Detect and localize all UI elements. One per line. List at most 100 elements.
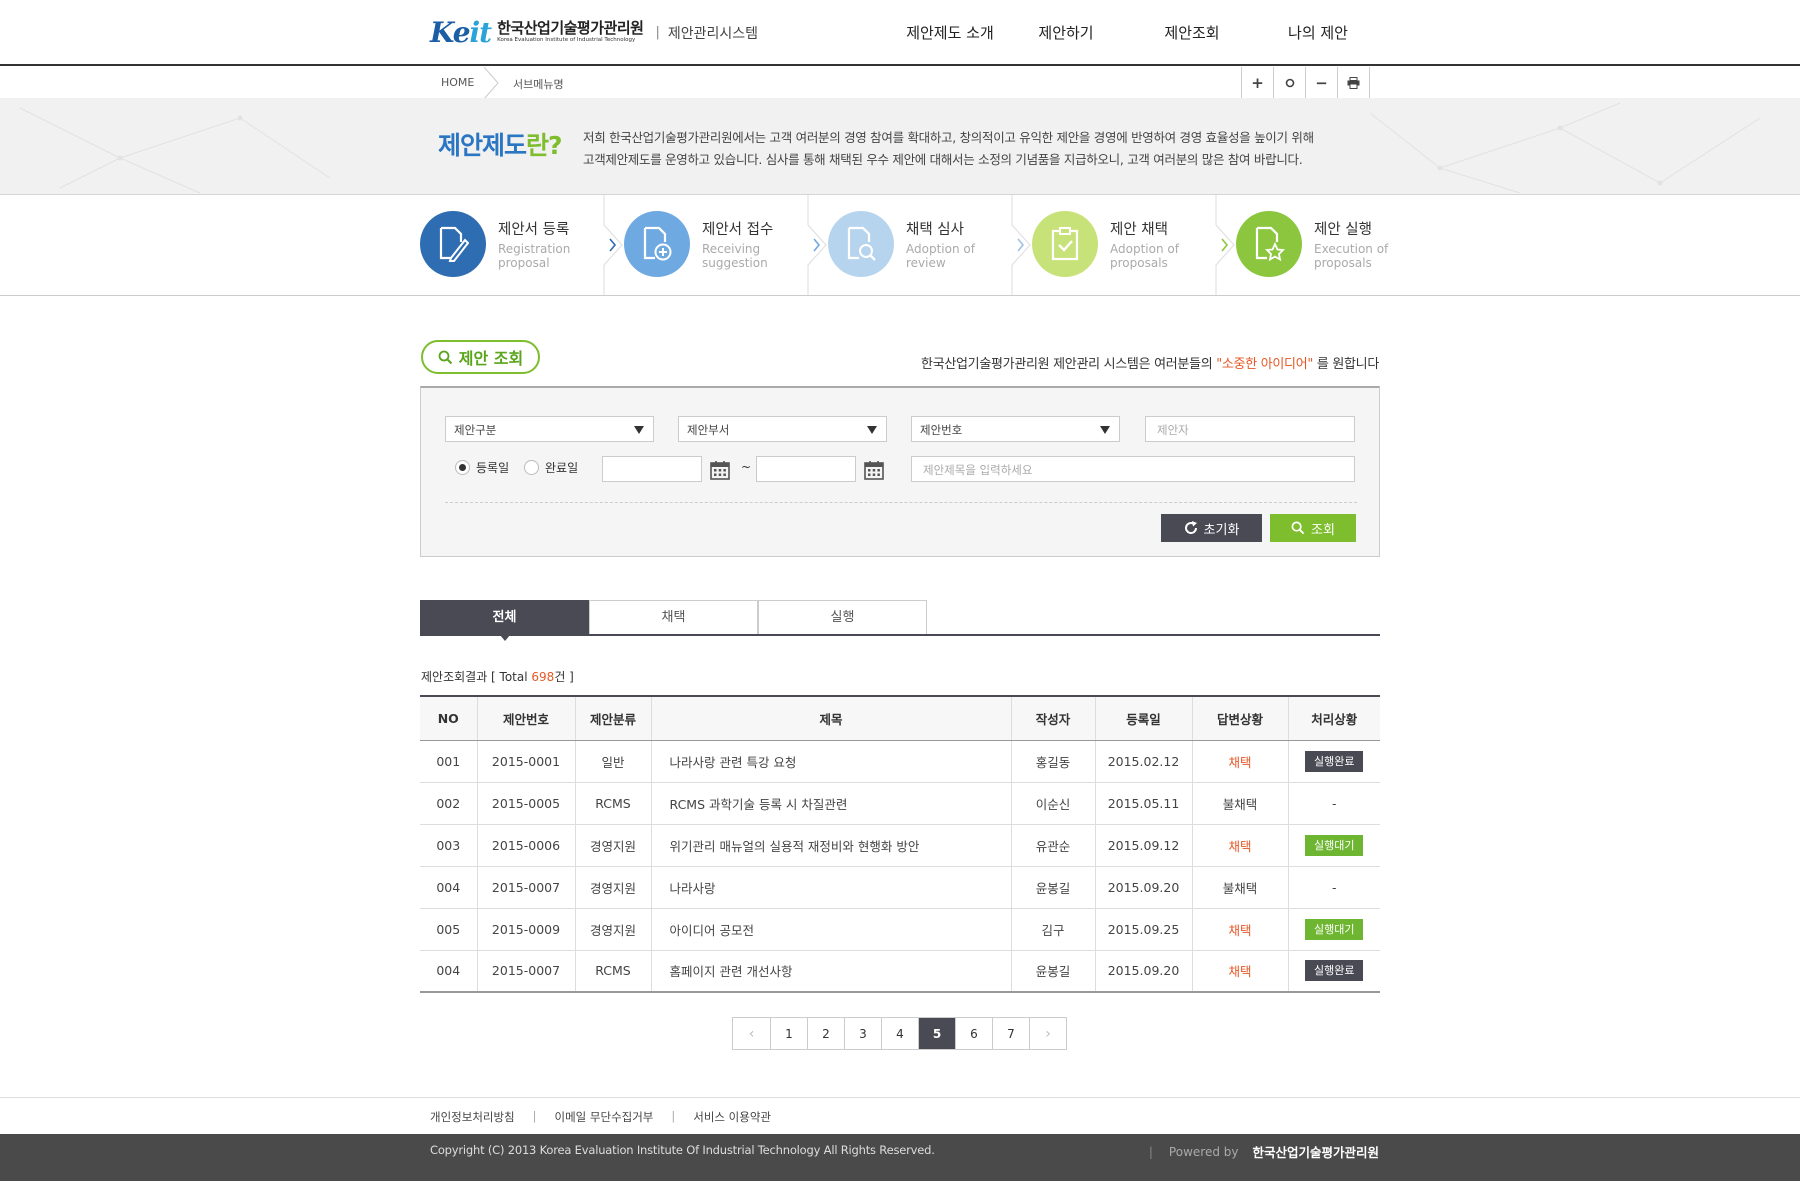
- cell-date: 2015.02.12: [1094, 740, 1192, 783]
- print-button[interactable]: [1338, 67, 1370, 99]
- status-badge: 실행대기: [1305, 834, 1364, 856]
- caret-down-icon: [867, 426, 877, 434]
- cell-process-status: 실행완료: [1287, 950, 1380, 993]
- end-date-input[interactable]: [756, 456, 856, 482]
- cell-proposal-number: 2015-0009: [476, 908, 575, 951]
- step-label-en: Adoption of proposals: [1110, 242, 1179, 270]
- table-row[interactable]: 005 2015-0009 경영지원 아이디어 공모전 김구 2015.09.2…: [420, 908, 1380, 951]
- breadcrumb-home[interactable]: HOME: [441, 76, 474, 89]
- table-row[interactable]: 004 2015-0007 경영지원 나라사랑 윤봉길 2015.09.20 불…: [420, 866, 1380, 909]
- tab-adopted[interactable]: 채택: [589, 600, 758, 634]
- cell-process-status: 실행대기: [1287, 824, 1380, 867]
- cell-answer-status: 채택: [1191, 908, 1288, 951]
- header: Keit 한국산업기술평가관리원 Korea Evaluation Instit…: [0, 0, 1800, 66]
- logo-org-name-en: Korea Evaluation Institute of Industrial…: [497, 37, 636, 44]
- divider: |: [671, 1109, 676, 1123]
- radio-completed-date[interactable]: 완료일: [524, 459, 578, 476]
- cell-date: 2015.09.12: [1094, 824, 1192, 867]
- cell-title-link[interactable]: 위기관리 매뉴얼의 실용적 재정비와 현행화 방안: [650, 824, 1011, 867]
- proposer-input[interactable]: 제안자: [1145, 416, 1355, 442]
- logo[interactable]: Keit 한국산업기술평가관리원 Korea Evaluation Instit…: [430, 16, 758, 49]
- process-steps: 제안서 등록 Registration proposal 제안서 접수 Recei…: [0, 195, 1800, 296]
- search-button[interactable]: 조회: [1270, 514, 1356, 542]
- step-label: 제안서 접수: [702, 222, 774, 238]
- zoom-in-button[interactable]: +: [1242, 67, 1274, 99]
- zoom-reset-button[interactable]: [1274, 67, 1306, 99]
- cell-author: 김구: [1010, 908, 1095, 951]
- status-badge: 실행대기: [1305, 918, 1364, 940]
- nav-item-propose[interactable]: 제안하기: [1026, 22, 1106, 43]
- table-row[interactable]: 001 2015-0001 일반 나라사랑 관련 특강 요청 홍길동 2015.…: [420, 740, 1380, 783]
- cell-category: RCMS: [574, 950, 651, 993]
- divider: [445, 502, 1357, 503]
- chevron-right-icon: [1215, 195, 1235, 295]
- caret-down-icon: [1100, 426, 1110, 434]
- footer-link-privacy[interactable]: 개인정보처리방침: [430, 1109, 515, 1125]
- step-label: 채택 심사: [906, 222, 964, 238]
- tab-all[interactable]: 전체: [420, 600, 589, 641]
- search-panel: 제안구분 제안부서 제안번호 제안자 등록일 완료일 ~ 제안제목을 입력하세요…: [420, 386, 1380, 557]
- table-row[interactable]: 002 2015-0005 RCMS RCMS 과학기술 등록 시 차질관련 이…: [420, 782, 1380, 825]
- table-row[interactable]: 003 2015-0006 경영지원 위기관리 매뉴얼의 실용적 재정비와 현행…: [420, 824, 1380, 867]
- cell-answer-status: 채택: [1191, 740, 1288, 783]
- clipboard-check-icon: [1032, 211, 1098, 277]
- divider: |: [532, 1109, 537, 1123]
- nav-item-intro[interactable]: 제안제도 소개: [900, 22, 1000, 43]
- pagination: ‹ 1 2 3 4 5 6 7 ›: [732, 1017, 1067, 1050]
- section-title: 제안 조회: [421, 340, 540, 374]
- nav-item-my-proposals[interactable]: 나의 제안: [1278, 22, 1358, 43]
- step-label: 제안서 등록: [498, 222, 570, 238]
- zoom-out-button[interactable]: −: [1306, 67, 1338, 99]
- main-nav: 제안제도 소개 제안하기 제안조회 나의 제안: [900, 22, 1358, 43]
- category-select[interactable]: 제안구분: [445, 416, 654, 442]
- cell-title-link[interactable]: 나라사랑: [650, 866, 1011, 909]
- column-header: 작성자: [1010, 695, 1095, 741]
- footer-bar: Copyright (C) 2013 Korea Evaluation Inst…: [0, 1134, 1800, 1181]
- footer-link-email-policy[interactable]: 이메일 무단수집거부: [555, 1109, 654, 1125]
- step-label-en: Receiving suggestion: [702, 242, 768, 270]
- prev-page-button[interactable]: ‹: [733, 1018, 770, 1049]
- step-label: 제안 채택: [1110, 222, 1168, 238]
- cell-title-link[interactable]: 나라사랑 관련 특강 요청: [650, 740, 1011, 783]
- start-date-input[interactable]: [602, 456, 702, 482]
- logo-org-name: 한국산업기술평가관리원: [497, 19, 644, 38]
- footer-link-terms[interactable]: 서비스 이용약관: [693, 1109, 771, 1125]
- next-page-button[interactable]: ›: [1029, 1018, 1066, 1049]
- system-name: 제안관리시스템: [667, 25, 758, 42]
- page-button[interactable]: 4: [881, 1018, 918, 1049]
- calendar-icon[interactable]: [864, 460, 884, 480]
- cell-no: 002: [420, 782, 477, 825]
- number-select[interactable]: 제안번호: [911, 416, 1120, 442]
- cell-no: 003: [420, 824, 477, 867]
- search-icon: [438, 350, 452, 364]
- breadcrumb-current: 서브메뉴명: [513, 78, 564, 91]
- step-execution: 제안 실행 Execution of proposals: [1236, 195, 1440, 295]
- cell-answer-status: 채택: [1191, 824, 1288, 867]
- page-button[interactable]: 6: [955, 1018, 992, 1049]
- cell-title-link[interactable]: RCMS 과학기술 등록 시 차질관련: [650, 782, 1011, 825]
- page-button-current[interactable]: 5: [918, 1018, 955, 1049]
- page-button[interactable]: 1: [770, 1018, 807, 1049]
- cell-answer-status: 채택: [1191, 950, 1288, 993]
- cell-title-link[interactable]: 아이디어 공모전: [650, 908, 1011, 951]
- nav-item-lookup[interactable]: 제안조회: [1152, 22, 1232, 43]
- cell-author: 윤봉길: [1010, 866, 1095, 909]
- cell-title-link[interactable]: 홈페이지 관련 개선사항: [650, 950, 1011, 993]
- table-row[interactable]: 004 2015-0007 RCMS 홈페이지 관련 개선사항 윤봉길 2015…: [420, 950, 1380, 993]
- page-button[interactable]: 7: [992, 1018, 1029, 1049]
- page-button[interactable]: 3: [844, 1018, 881, 1049]
- footer-org-logo[interactable]: 한국산업기술평가관리원: [1252, 1142, 1379, 1161]
- radio-registered-date[interactable]: 등록일: [455, 459, 509, 476]
- reset-button[interactable]: 초기화: [1161, 514, 1262, 542]
- calendar-icon[interactable]: [710, 460, 730, 480]
- cell-author: 유관순: [1010, 824, 1095, 867]
- column-header: 제안분류: [574, 695, 651, 741]
- tab-executed[interactable]: 실행: [758, 600, 927, 634]
- page-button[interactable]: 2: [807, 1018, 844, 1049]
- refresh-icon: [1184, 521, 1197, 534]
- title-search-input[interactable]: 제안제목을 입력하세요: [911, 456, 1355, 482]
- cell-date: 2015.09.20: [1094, 950, 1192, 993]
- cell-no: 004: [420, 866, 477, 909]
- status-badge: 실행완료: [1305, 960, 1364, 982]
- department-select[interactable]: 제안부서: [678, 416, 887, 442]
